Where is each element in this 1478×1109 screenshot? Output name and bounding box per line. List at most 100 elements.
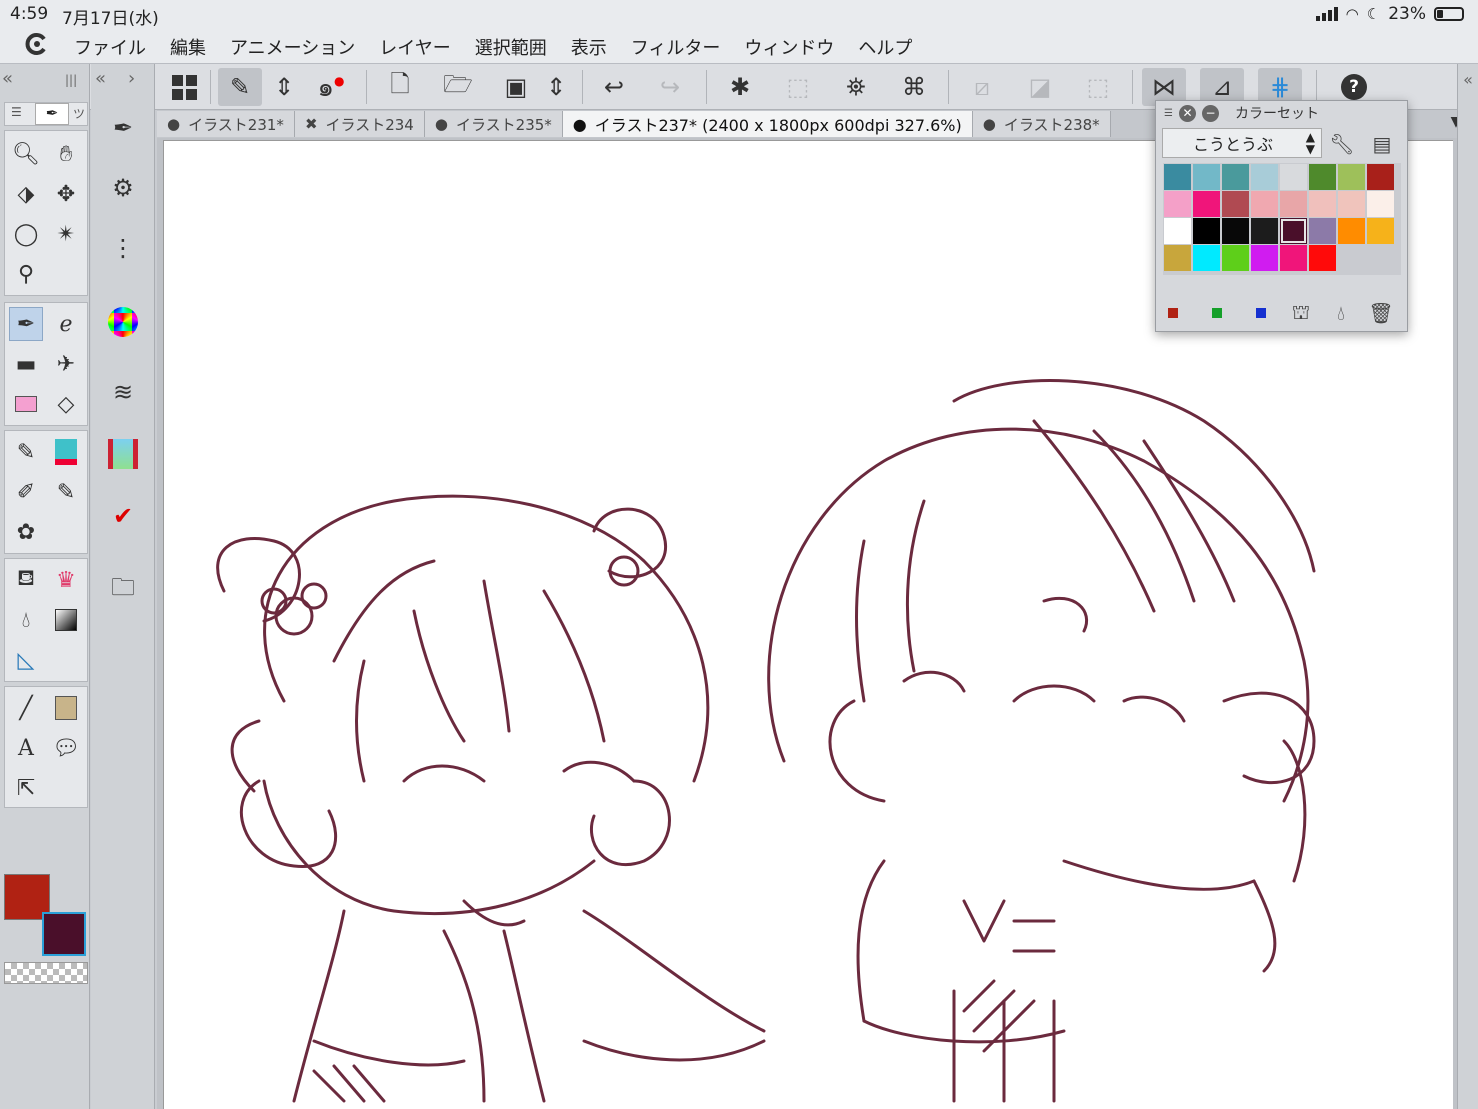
- menu-selection[interactable]: 選択範囲: [475, 34, 547, 60]
- tab-illust235[interactable]: ● イラスト235*: [424, 111, 563, 137]
- decoration-icon[interactable]: [49, 435, 83, 469]
- launcher-collapse[interactable]: «›: [95, 68, 151, 92]
- color-swatch[interactable]: [1251, 245, 1278, 271]
- menu-animation[interactable]: アニメーション: [230, 34, 355, 60]
- color-swatch[interactable]: [1193, 191, 1220, 217]
- color-swatch[interactable]: [1338, 218, 1365, 244]
- color-swatch[interactable]: [1280, 218, 1307, 244]
- color-swatch[interactable]: [1222, 164, 1249, 190]
- palette-menu-icon[interactable]: ☰: [1164, 108, 1173, 119]
- menu-window[interactable]: ウィンドウ: [744, 34, 834, 60]
- color-set-selector[interactable]: こうとうぶ ▲ ▼: [1162, 128, 1322, 158]
- magic-wand-icon[interactable]: ✴: [49, 217, 83, 251]
- color-swatch[interactable]: [1309, 245, 1336, 271]
- menu-layer[interactable]: レイヤー: [379, 34, 450, 60]
- color-swatch[interactable]: [1193, 218, 1220, 244]
- color-swatch[interactable]: [1309, 191, 1336, 217]
- transparent-color-swatch[interactable]: [4, 962, 88, 984]
- fill-bucket-icon[interactable]: ⛾: [9, 563, 43, 597]
- updown-arrows-icon[interactable]: ⇕: [264, 68, 304, 106]
- frame-icon[interactable]: [49, 691, 83, 725]
- color-swatch[interactable]: [1251, 218, 1278, 244]
- correct-line-icon[interactable]: ⇱: [9, 771, 43, 805]
- eraser-icon[interactable]: ◇: [49, 387, 83, 421]
- sub-color-swatch[interactable]: [42, 912, 86, 956]
- tool-property-icon[interactable]: ⚙: [103, 168, 143, 208]
- color-swatch[interactable]: [1164, 245, 1191, 271]
- watercolor-icon[interactable]: ✐: [9, 475, 43, 509]
- tab-illust237[interactable]: ● イラスト237* (2400 x 1800px 600dpi 327.6%): [562, 111, 973, 137]
- deselect-icon[interactable]: ⧄: [960, 68, 1004, 106]
- blend-icon[interactable]: ✎: [49, 475, 83, 509]
- clear-outside-selection-icon[interactable]: ⬚: [776, 68, 820, 106]
- color-swatch[interactable]: [1193, 164, 1220, 190]
- object-select-icon[interactable]: ⬗: [9, 177, 43, 211]
- grid-menu-icon[interactable]: [162, 68, 206, 106]
- brush-icon[interactable]: ✎: [9, 435, 43, 469]
- menu-edit[interactable]: 編集: [170, 34, 206, 60]
- zoom-icon[interactable]: 🔍︎: [9, 137, 43, 171]
- pen-tool-icon[interactable]: ✒: [9, 307, 43, 341]
- color-swatch[interactable]: [1164, 164, 1191, 190]
- menu-file[interactable]: ファイル: [74, 34, 146, 60]
- menu-view[interactable]: 表示: [571, 34, 607, 60]
- tab-illust238[interactable]: ● イラスト238*: [972, 111, 1111, 137]
- lasso-icon[interactable]: ◯: [9, 217, 43, 251]
- close-icon[interactable]: ✕: [1178, 104, 1196, 122]
- airbrush-icon[interactable]: ✈: [49, 347, 83, 381]
- show-selection-area-icon[interactable]: ⬚: [1076, 68, 1120, 106]
- invert-selection-icon[interactable]: ◪: [1018, 68, 1062, 106]
- color-swatch[interactable]: [1193, 245, 1220, 271]
- add-color-red-icon[interactable]: [1158, 299, 1188, 327]
- recording-icon[interactable]: ๑ ●: [302, 68, 360, 106]
- material-folder-icon[interactable]: 🗀: [103, 570, 143, 610]
- color-swatch[interactable]: [1164, 191, 1191, 217]
- color-swatch[interactable]: [1222, 191, 1249, 217]
- text-tool-icon[interactable]: A: [9, 731, 43, 765]
- tab-illust231[interactable]: ● イラスト231*: [157, 111, 295, 137]
- color-swatch[interactable]: [1251, 191, 1278, 217]
- color-swatch[interactable]: [1222, 218, 1249, 244]
- save-icon[interactable]: ▣: [494, 68, 538, 106]
- eyedropper-icon[interactable]: ⚲: [9, 257, 43, 291]
- gradient-icon[interactable]: [49, 603, 83, 637]
- tab-illust234[interactable]: ✖ イラスト234: [294, 111, 425, 137]
- save-options-arrows-icon[interactable]: ⇕: [536, 68, 576, 106]
- undo-icon[interactable]: ↩: [592, 68, 636, 106]
- delete-color-icon[interactable]: 🗑︎: [1366, 299, 1396, 327]
- color-swatch[interactable]: [1222, 245, 1249, 271]
- fill-icon[interactable]: ⛯: [834, 68, 878, 106]
- replace-color-icon[interactable]: ⛫: [1286, 299, 1316, 327]
- ruler-icon[interactable]: ◺: [9, 643, 43, 677]
- color-wheel-icon[interactable]: [103, 302, 143, 342]
- tool-panel-collapse[interactable]: «|||: [2, 68, 88, 92]
- marker-icon[interactable]: ▬: [9, 347, 43, 381]
- panel-menu-icon[interactable]: ☰: [11, 105, 22, 119]
- eraser-pink-icon[interactable]: [9, 387, 43, 421]
- move-layer-icon[interactable]: ✥: [49, 177, 83, 211]
- pen-tab-icon[interactable]: ✒: [35, 103, 69, 125]
- add-color-drop-icon[interactable]: 💧︎: [1326, 299, 1356, 327]
- sub-tool-icon[interactable]: ✒: [103, 108, 143, 148]
- line-tool-icon[interactable]: ╱: [9, 691, 43, 725]
- menu-help[interactable]: ヘルプ: [858, 34, 912, 60]
- figure-icon[interactable]: ♛: [49, 563, 83, 597]
- layer-panel-icon[interactable]: ≋: [103, 372, 143, 412]
- open-folder-icon[interactable]: 🗁: [436, 68, 480, 106]
- color-swatch[interactable]: [1280, 245, 1307, 271]
- color-swatch[interactable]: [1338, 191, 1365, 217]
- pencil-scribble-icon[interactable]: ℯ: [49, 307, 83, 341]
- layer-property-check-icon[interactable]: ✔: [103, 496, 143, 536]
- color-swatch[interactable]: [1164, 218, 1191, 244]
- quick-access-icon[interactable]: ✎: [218, 68, 262, 106]
- color-swatch[interactable]: [1251, 164, 1278, 190]
- hand-icon[interactable]: ✋︎: [49, 137, 83, 171]
- menu-filter[interactable]: フィルター: [631, 34, 721, 60]
- right-panel-collapse[interactable]: «: [1457, 64, 1478, 1109]
- color-set-settings-icon[interactable]: ▤: [1366, 129, 1398, 159]
- color-swatch[interactable]: [1309, 218, 1336, 244]
- color-swatch[interactable]: [1309, 164, 1336, 190]
- clear-icon[interactable]: ✱: [718, 68, 762, 106]
- color-swatch[interactable]: [1338, 164, 1365, 190]
- app-logo-icon[interactable]: [0, 31, 74, 63]
